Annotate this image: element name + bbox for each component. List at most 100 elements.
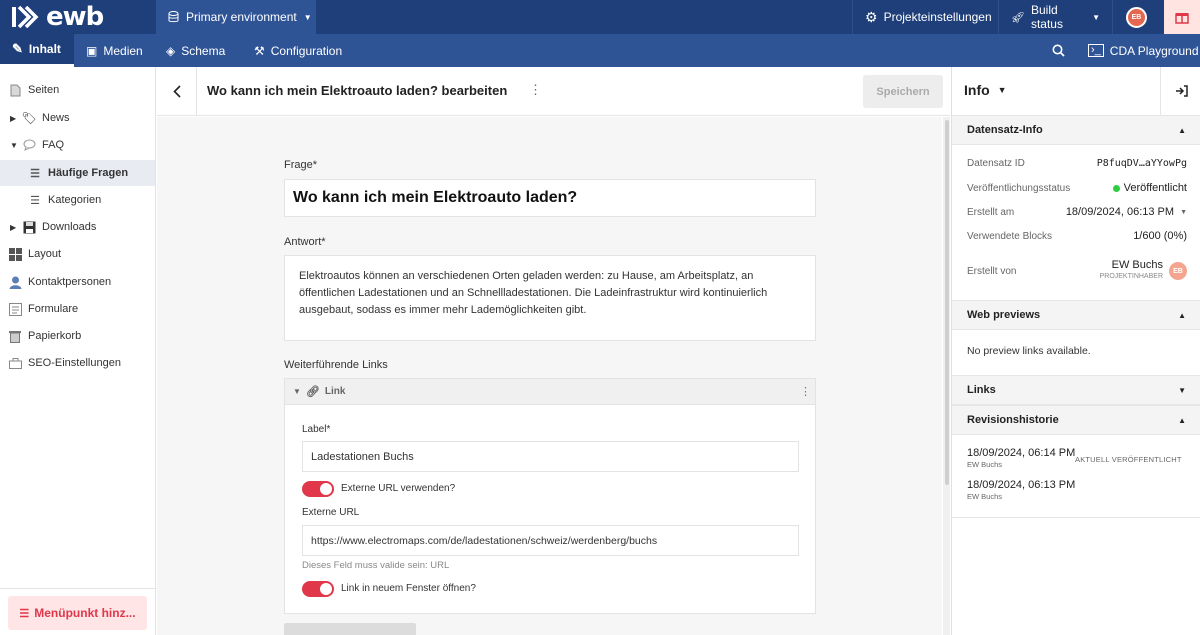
link-label-input[interactable]: Ladestationen Buchs	[302, 441, 799, 472]
logo-icon	[12, 6, 39, 28]
links-label: Weiterführende Links	[284, 359, 388, 371]
add-link-button[interactable]	[284, 623, 416, 635]
sidebar-item-label: Papierkorb	[28, 330, 82, 342]
save-button[interactable]: Speichern	[863, 75, 943, 108]
external-url-toggle-label: Externe URL verwenden?	[341, 483, 456, 494]
sidebar-item-haeufige-fragen[interactable]: ☰ Häufige Fragen	[0, 160, 155, 186]
record-info-header[interactable]: Datensatz-Info ▲	[952, 115, 1200, 145]
edit-icon: ✎	[12, 41, 23, 56]
caret-up-icon: ▲	[1178, 125, 1186, 135]
search-button[interactable]	[1052, 34, 1068, 67]
info-title[interactable]: Info ▼	[964, 82, 1007, 98]
tab-configuration[interactable]: ⚒ Configuration	[254, 34, 342, 67]
external-url-toggle[interactable]	[302, 481, 334, 497]
sidebar-item-downloads[interactable]: ▶ Downloads	[0, 214, 155, 240]
caret-up-icon: ▲	[1178, 310, 1186, 320]
links-header[interactable]: Links ▼	[952, 375, 1200, 405]
revision-history-title: Revisionshistorie	[967, 414, 1059, 426]
link-block-header[interactable]: ▼ 🔗︎ Link	[285, 379, 815, 405]
caret-down-icon: ▼	[10, 140, 18, 150]
list-icon: ☰	[30, 194, 40, 207]
caret-down-icon: ▼	[1180, 208, 1187, 216]
build-status-button[interactable]: 🚀︎ Build status ▼	[998, 0, 1112, 34]
logo-text: ewb	[46, 2, 104, 32]
revision-published-badge: AKTUELL VERÖFFENTLICHT	[1075, 455, 1182, 464]
sidebar-item-kontaktpersonen[interactable]: Kontaktpersonen	[0, 269, 155, 295]
terminal-icon: ›_	[1088, 44, 1104, 57]
collapse-panel-button[interactable]	[1160, 67, 1200, 115]
revision-history-header[interactable]: Revisionshistorie ▲	[952, 405, 1200, 435]
antwort-textarea[interactable]: Elektroautos können an verschiedenen Ort…	[284, 255, 816, 341]
cda-playground-button[interactable]: ›_ CDA Playground	[1088, 34, 1199, 67]
url-validation-hint: Dieses Feld muss valide sein: URL	[302, 560, 450, 571]
sidebar-item-faq[interactable]: ▼ FAQ	[0, 132, 155, 158]
panel-divider	[952, 517, 1200, 518]
project-settings-label: Projekteinstellungen	[883, 10, 992, 24]
sidebar-item-kategorien[interactable]: ☰ Kategorien	[0, 187, 155, 213]
grid-icon	[8, 247, 22, 261]
more-options-icon[interactable]: ⋮	[529, 82, 542, 98]
tab-medien[interactable]: ▣ Medien	[86, 34, 143, 67]
floppy-icon	[22, 220, 36, 234]
tab-inhalt[interactable]: ✎ Inhalt	[0, 34, 74, 67]
sidebar-item-seiten[interactable]: Seiten	[0, 77, 155, 103]
no-previews-text: No preview links available.	[967, 345, 1091, 357]
sidebar-item-formulare[interactable]: Formulare	[0, 296, 155, 322]
info-row-blocks: Verwendete Blocks 1/600 (0%)	[967, 230, 1187, 242]
frage-input[interactable]: Wo kann ich mein Elektroauto laden?	[284, 179, 816, 217]
caret-right-icon: ▶	[10, 113, 17, 123]
image-icon: ▣	[86, 43, 98, 58]
sidebar-item-layout[interactable]: Layout	[0, 241, 155, 267]
web-previews-title: Web previews	[967, 309, 1041, 321]
info-row-label: Datensatz ID	[967, 158, 1025, 169]
caret-down-icon: ▼	[293, 387, 301, 396]
new-window-toggle[interactable]	[302, 581, 334, 597]
info-row-label: Verwendete Blocks	[967, 230, 1053, 242]
back-button[interactable]	[157, 67, 197, 115]
logo[interactable]: ewb	[0, 0, 156, 34]
creator: EW Buchs PROJEKTINHABER	[1100, 260, 1163, 282]
sidebar-item-seo-einstellungen[interactable]: SEO-Einstellungen	[0, 350, 155, 376]
record-id-value[interactable]: P8fuqDV…aYYowPg	[1097, 158, 1187, 169]
web-previews-header[interactable]: Web previews ▲	[952, 300, 1200, 330]
caret-down-icon: ▼	[997, 85, 1007, 95]
scrollbar-thumb[interactable]	[945, 120, 949, 485]
link-block-menu-icon[interactable]: ⋮	[800, 385, 811, 398]
rocket-icon: 🚀︎	[1011, 11, 1025, 24]
gift-icon	[1175, 13, 1189, 24]
environment-selector[interactable]: Primary environment ▼	[156, 0, 316, 34]
sidebar-item-label: News	[42, 112, 70, 124]
sidebar-item-label: Layout	[28, 248, 62, 260]
trash-icon	[8, 329, 22, 343]
url-label: Externe URL	[302, 507, 360, 518]
chevron-down-icon: ▼	[1092, 12, 1100, 22]
revision-item[interactable]: 18/09/2024, 06:14 PM EW Buchs AKTUELL VE…	[967, 447, 1193, 475]
page-title: Wo kann ich mein Elektroauto laden? bear…	[207, 83, 508, 98]
sidebar-item-papierkorb[interactable]: Papierkorb	[0, 323, 155, 349]
database-icon	[168, 11, 179, 23]
tab-label: Medien	[103, 43, 143, 58]
sidebar-item-news[interactable]: ▶ 🏷︎ News	[0, 105, 155, 131]
info-panel: Info ▼ Datensatz-Info ▲ Datensatz ID P8f…	[951, 67, 1200, 635]
url-input[interactable]: https://www.electromaps.com/de/ladestati…	[302, 525, 799, 556]
tab-schema[interactable]: ◈ Schema	[166, 34, 225, 67]
add-menu-item-button[interactable]: ☰ Menüpunkt hinz...	[8, 596, 147, 630]
add-menu-item-label: Menüpunkt hinz...	[34, 606, 136, 620]
frage-label: Frage*	[284, 159, 318, 171]
editor-body: Frage* Wo kann ich mein Elektroauto lade…	[157, 117, 942, 635]
tools-icon: ⚒	[254, 43, 265, 58]
list-add-icon: ☰	[19, 607, 30, 620]
editor-header: Wo kann ich mein Elektroauto laden? bear…	[157, 67, 950, 116]
revision-item[interactable]: 18/09/2024, 06:13 PM EW Buchs	[967, 479, 1193, 507]
avatar[interactable]: EB	[1126, 7, 1147, 28]
created-at-value[interactable]: 18/09/2024, 06:13 PM ▼	[1066, 206, 1187, 218]
sidebar-divider	[0, 588, 155, 589]
exit-panel-icon	[1175, 85, 1188, 97]
creator-name: EW Buchs	[1111, 259, 1163, 271]
page-icon	[8, 83, 22, 97]
gift-button[interactable]	[1164, 0, 1200, 34]
link-block-title: Link	[324, 386, 346, 397]
status-text: Veröffentlicht	[1123, 182, 1187, 194]
project-settings-button[interactable]: ⚙ Projekteinstellungen	[852, 0, 998, 34]
sidebar-item-label: Seiten	[28, 84, 60, 96]
